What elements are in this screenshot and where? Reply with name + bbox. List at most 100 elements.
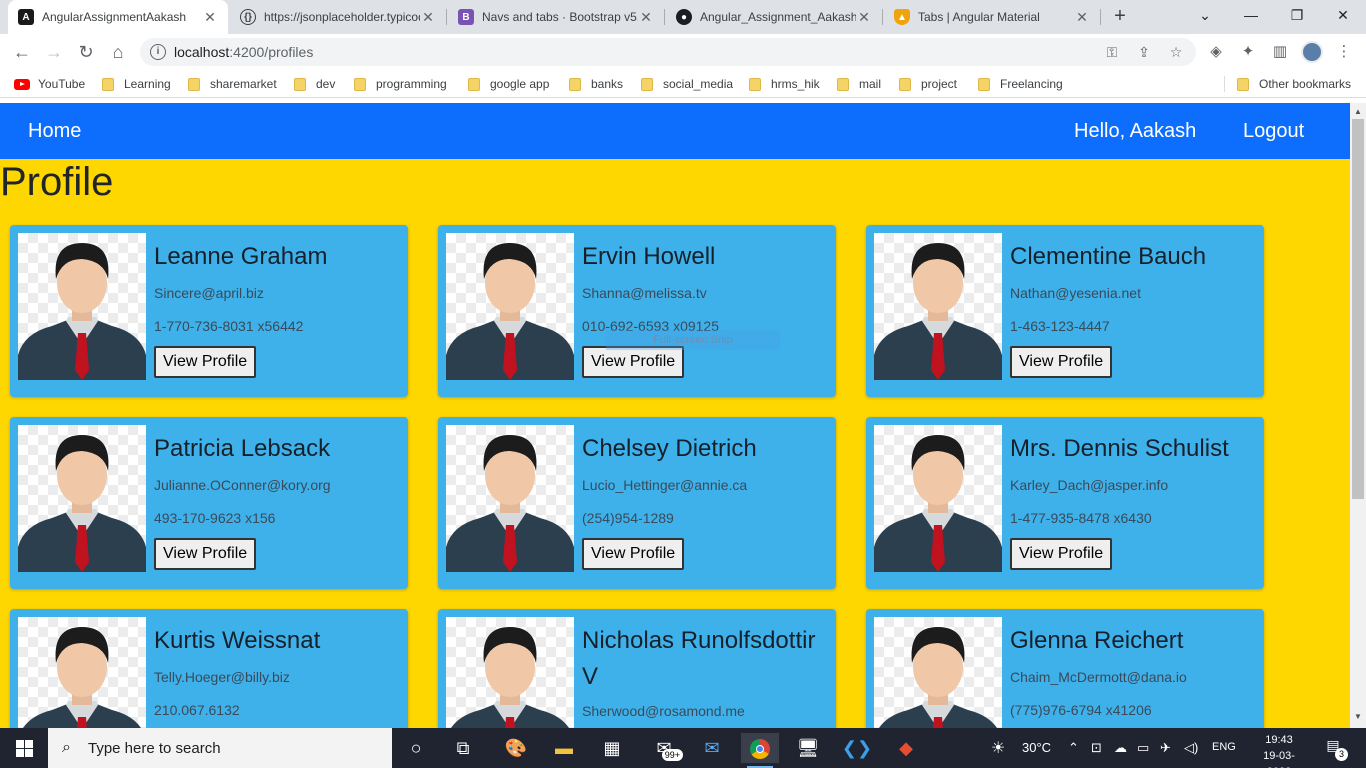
profile-avatar[interactable] xyxy=(1301,41,1323,63)
profile-name: Chelsey Dietrich xyxy=(582,435,757,462)
bookmark-star-icon[interactable]: ☆ xyxy=(1166,42,1186,62)
weather-sun-icon[interactable]: ☀ xyxy=(991,738,1005,758)
profile-info: Ervin Howell Shanna@melissa.tv 010-692-6… xyxy=(582,239,828,378)
weather-temperature[interactable]: 30°C xyxy=(1022,740,1051,755)
volume-icon[interactable]: ◁) xyxy=(1184,740,1198,756)
extensions-puzzle-icon[interactable]: ✦ xyxy=(1238,42,1258,62)
view-profile-button[interactable]: View Profile xyxy=(154,346,257,378)
view-profile-button[interactable]: View Profile xyxy=(154,538,257,570)
extension-diamond-icon[interactable]: ◈ xyxy=(1206,42,1226,62)
browser-tab[interactable]: B Navs and tabs · Bootstrap v5.1 ✕ xyxy=(448,0,664,34)
window-close-icon[interactable]: ✕ xyxy=(1320,0,1366,30)
home-link[interactable]: Home xyxy=(28,120,81,143)
key-icon[interactable]: ⚿ xyxy=(1102,42,1122,62)
site-info-icon[interactable]: i xyxy=(150,44,166,60)
bookmark-folder[interactable]: dev xyxy=(294,75,335,93)
url-text[interactable]: localhost:4200/profiles xyxy=(174,44,313,60)
new-tab-button[interactable]: + xyxy=(1108,5,1132,28)
minimize-icon[interactable]: — xyxy=(1228,0,1274,30)
profile-photo xyxy=(874,233,1002,380)
address-bar[interactable]: i localhost:4200/profiles ⚿ ⇪ ☆ xyxy=(140,38,1196,66)
tab-title: AngularAssignmentAakash xyxy=(42,10,187,24)
browser-tab-active[interactable]: A AngularAssignmentAakash ✕ xyxy=(8,0,228,34)
person-avatar-icon xyxy=(18,435,146,572)
back-arrow-icon[interactable]: ← xyxy=(10,40,34,64)
profile-email: Karley_Dach@jasper.info xyxy=(1010,477,1169,493)
bookmark-youtube[interactable]: YouTube xyxy=(14,75,85,93)
profile-name: Leanne Graham xyxy=(154,243,328,270)
profile-email: Telly.Hoeger@billy.biz xyxy=(154,669,290,685)
bookmark-folder[interactable]: social_media xyxy=(641,75,733,93)
forward-arrow-icon[interactable]: → xyxy=(42,40,66,64)
taskbar-search-box[interactable]: ⌕ Type here to search xyxy=(48,728,392,768)
remote-desktop-icon[interactable]: 🖥 xyxy=(789,733,827,763)
logout-link[interactable]: Logout xyxy=(1243,120,1304,143)
close-icon[interactable]: ✕ xyxy=(420,9,436,26)
bookmark-folder[interactable]: Learning xyxy=(102,75,171,93)
tab-divider xyxy=(664,9,665,25)
close-icon[interactable]: ✕ xyxy=(856,9,872,26)
bookmark-label: YouTube xyxy=(38,77,86,91)
page-scrollbar[interactable]: ▲ ▼ xyxy=(1350,103,1366,728)
share-icon[interactable]: ⇪ xyxy=(1134,42,1154,62)
view-profile-button[interactable]: View Profile xyxy=(582,346,685,378)
bookmark-folder[interactable]: google app xyxy=(468,75,549,93)
paint-icon[interactable]: 🎨 xyxy=(497,733,535,763)
browser-tab[interactable]: {} https://jsonplaceholder.typicode.com … xyxy=(230,0,446,34)
cloud-icon[interactable]: ☁ xyxy=(1114,740,1127,756)
network-icon[interactable]: ✈ xyxy=(1160,740,1171,756)
notification-center-icon[interactable]: ▤ 3 xyxy=(1322,737,1348,761)
cortana-icon[interactable]: ○ xyxy=(397,733,435,763)
browser-tab[interactable]: ▲ Tabs | Angular Material ✕ xyxy=(884,0,1100,34)
language-indicator[interactable]: ENG xyxy=(1212,741,1236,753)
bookmark-folder[interactable]: Freelancing xyxy=(978,75,1063,93)
usb-icon[interactable]: ⊡ xyxy=(1091,740,1102,756)
vscode-icon[interactable]: ❮❯ xyxy=(838,733,876,763)
youtube-icon xyxy=(14,78,30,90)
profile-photo xyxy=(446,233,574,380)
battery-icon[interactable]: ▭ xyxy=(1137,740,1149,756)
profile-phone: (775)976-6794 x41206 xyxy=(1010,702,1152,718)
side-panel-icon[interactable]: ▥ xyxy=(1270,42,1290,62)
bookmark-label: Learning xyxy=(124,77,171,91)
bookmark-folder[interactable]: hrms_hik xyxy=(749,75,820,93)
chrome-icon[interactable] xyxy=(741,733,779,768)
bookmark-folder[interactable]: sharemarket xyxy=(188,75,277,93)
close-icon[interactable]: ✕ xyxy=(1074,9,1090,26)
view-profile-button[interactable]: View Profile xyxy=(582,538,685,570)
taskbar-clock[interactable]: 19:43 19-03-2022 xyxy=(1252,732,1306,768)
tray-chevron-up-icon[interactable]: ⌃ xyxy=(1068,740,1079,756)
bookmark-folder[interactable]: mail xyxy=(837,75,881,93)
close-icon[interactable]: ✕ xyxy=(202,9,218,26)
tab-search-chevron-icon[interactable]: ⌄ xyxy=(1182,0,1228,30)
scroll-up-icon[interactable]: ▲ xyxy=(1354,107,1362,116)
browser-tab[interactable]: ● Angular_Assignment_Aakash ✕ xyxy=(666,0,882,34)
git-icon[interactable]: ◆ xyxy=(887,733,925,763)
person-avatar-icon xyxy=(446,435,574,572)
scroll-down-icon[interactable]: ▼ xyxy=(1354,712,1362,721)
profile-email: Julianne.OConner@kory.org xyxy=(154,477,331,493)
mail-app-icon[interactable]: ✉ 99+ xyxy=(645,733,683,763)
mail-icon[interactable]: ✉ xyxy=(693,733,731,763)
close-icon[interactable]: ✕ xyxy=(638,9,654,26)
bookmark-folder[interactable]: programming xyxy=(354,75,447,93)
view-profile-button[interactable]: View Profile xyxy=(1010,538,1113,570)
other-bookmarks[interactable]: Other bookmarks xyxy=(1237,75,1351,93)
windows-start-icon[interactable] xyxy=(0,728,48,768)
view-profile-button[interactable]: View Profile xyxy=(1010,346,1113,378)
bookmark-folder[interactable]: project xyxy=(899,75,957,93)
reload-icon[interactable]: ↻ xyxy=(74,40,98,64)
store-icon[interactable]: ▦ xyxy=(593,733,631,763)
home-icon[interactable]: ⌂ xyxy=(106,40,130,64)
more-menu-icon[interactable]: ⋮ xyxy=(1334,42,1354,62)
scrollbar-thumb[interactable] xyxy=(1352,119,1364,499)
person-avatar-icon xyxy=(18,243,146,380)
person-avatar-icon xyxy=(446,243,574,380)
bookmark-folder[interactable]: banks xyxy=(569,75,623,93)
url-host: localhost xyxy=(174,44,230,60)
tab-divider xyxy=(1100,9,1101,25)
file-explorer-icon[interactable]: ▬ xyxy=(545,733,583,763)
profile-email: Shanna@melissa.tv xyxy=(582,285,707,301)
restore-icon[interactable]: ❐ xyxy=(1274,0,1320,30)
task-view-icon[interactable]: ⧉ xyxy=(444,733,482,763)
